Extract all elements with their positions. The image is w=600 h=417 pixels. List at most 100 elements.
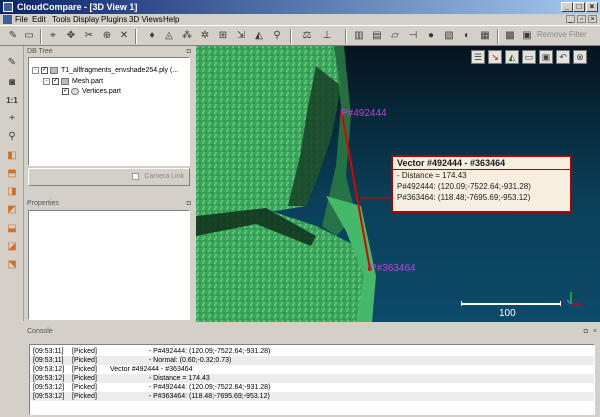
color-icon[interactable]: ◐ xyxy=(460,29,474,43)
mdi-restore-button[interactable]: ▫ xyxy=(577,15,586,23)
maximize-button[interactable]: □ xyxy=(573,2,585,12)
tree-item-vertices[interactable]: ✓ Vertices.part xyxy=(62,87,121,97)
camera-icon[interactable]: ◙ xyxy=(5,76,19,90)
menu-plugins[interactable]: Plugins xyxy=(101,14,127,25)
right-view-icon[interactable]: ◪ xyxy=(5,240,19,254)
db-tree-title: DB Tree xyxy=(27,48,53,55)
close-icon[interactable]: ⊗ xyxy=(573,50,587,64)
plane-icon[interactable]: ▱ xyxy=(388,29,402,43)
console-close-button[interactable]: × xyxy=(593,327,597,336)
properties-float-button[interactable]: ◘ xyxy=(187,199,191,208)
tree-item-label: T1_allfragments_envshade254.ply (... xyxy=(61,67,179,74)
visibility-checkbox[interactable]: ✓ xyxy=(62,87,69,95)
back-view-icon[interactable]: ◩ xyxy=(5,203,19,217)
visibility-checkbox[interactable]: ✓ xyxy=(52,77,59,85)
console-title: Console xyxy=(27,328,53,335)
pick-triangle-icon[interactable]: ◭ xyxy=(505,50,519,64)
axis-icon[interactable]: ⊥ xyxy=(320,29,334,43)
filter-icon[interactable]: ◭ xyxy=(252,29,266,43)
menu-display[interactable]: Display xyxy=(73,14,99,25)
one-to-one-icon[interactable]: 1:1 xyxy=(5,94,19,108)
log-message: - P#492444: (120.09;-7522.64;-931.28) xyxy=(110,348,271,355)
save-icon[interactable]: ▭ xyxy=(22,29,36,43)
mesh-icon[interactable]: ◬ xyxy=(162,29,176,43)
octree-icon[interactable]: ⊞ xyxy=(216,29,230,43)
mdi-close-button[interactable]: × xyxy=(588,15,597,23)
db-tree[interactable]: - ✓ T1_allfragments_envshade254.ply (... -… xyxy=(28,57,190,166)
db-tree-float-button[interactable]: ◘ xyxy=(187,47,191,56)
minimize-button[interactable]: _ xyxy=(561,2,573,12)
menu-3d-views[interactable]: 3D Views xyxy=(129,14,163,25)
measurement-label[interactable]: Vector #492444 - #363464 - Distance = 17… xyxy=(391,155,572,213)
zoom-icon[interactable]: ⚲ xyxy=(5,130,19,144)
db-tree-header: DB Tree ◘ xyxy=(24,47,194,56)
console-float-button[interactable]: ◘ xyxy=(584,327,588,336)
segment-icon[interactable]: ✂ xyxy=(82,29,96,43)
log-message: Vector #492444 - #363464 xyxy=(110,366,193,373)
distance-icon[interactable]: ⇲ xyxy=(234,29,248,43)
close-button[interactable]: × xyxy=(586,2,598,12)
toolbar-separator xyxy=(345,29,347,44)
normals-icon[interactable]: ✲ xyxy=(198,29,212,43)
sf-add-icon[interactable]: ▩ xyxy=(503,29,517,43)
title-bar[interactable]: CloudCompare - [3D View 1] _ □ × xyxy=(0,0,600,14)
mdi-minimize-button[interactable]: _ xyxy=(566,15,575,23)
merge-icon[interactable]: ⊕ xyxy=(100,29,114,43)
log-message: - Distance = 174.43 xyxy=(110,375,210,382)
delete-icon[interactable]: ✕ xyxy=(117,29,131,43)
open-icon[interactable]: ✎ xyxy=(6,29,20,43)
ruler-icon[interactable]: ✎ xyxy=(5,56,19,70)
sf-gradient-icon[interactable]: ▦ xyxy=(478,29,492,43)
scale-icon[interactable]: ⚖ xyxy=(300,29,314,43)
log-time: [09:53:11] xyxy=(33,348,64,355)
shift-icon[interactable]: ⊣ xyxy=(406,29,420,43)
iso-view-icon[interactable]: ⬔ xyxy=(5,258,19,272)
remove-filter-button[interactable]: Remove Filter xyxy=(537,30,587,39)
menu-edit[interactable]: Edit xyxy=(32,14,46,25)
expand-toggle[interactable]: - xyxy=(32,66,39,74)
expand-toggle[interactable]: - xyxy=(43,77,50,85)
console-row: [09:53:12] [Picked] - P#492444: (120.09;-… xyxy=(30,383,594,392)
cloud-icon xyxy=(71,87,79,95)
save-pick-icon[interactable]: ▣ xyxy=(539,50,553,64)
sphere-icon[interactable]: ● xyxy=(424,29,438,43)
console-log[interactable]: [09:53:11] [Picked] - P#492444: (120.09;-… xyxy=(29,344,595,415)
sf-remove-icon[interactable]: ▣ xyxy=(520,29,534,43)
menu-file[interactable]: File xyxy=(15,14,28,25)
toolbar-separator xyxy=(135,29,137,44)
statistics-icon[interactable]: ▤ xyxy=(370,29,384,43)
select-icon[interactable]: ⌖ xyxy=(46,29,60,43)
measurement-distance: - Distance = 174.43 xyxy=(397,171,467,180)
left-toolbar: ✎ ◙ 1:1 + ⚲ ◧ ⬒ ◨ ◩ ⬓ ◪ ⬔ xyxy=(0,46,24,321)
toolbar-separator xyxy=(497,29,499,44)
properties-panel[interactable] xyxy=(28,210,190,320)
crosshair-icon[interactable]: + xyxy=(5,112,19,126)
main-toolbar: ✎ ▭ ⌖ ✥ ✂ ⊕ ✕ ♦ ◬ ⁂ ✲ ⊞ ⇲ ◭ ⚲ ⚖ ⊥ ▥ ▤ ▱ … xyxy=(0,25,600,46)
left-view-icon[interactable]: ◨ xyxy=(5,185,19,199)
undo-icon[interactable]: ↶ xyxy=(556,50,570,64)
top-view-icon[interactable]: ⬒ xyxy=(5,167,19,181)
visibility-checkbox[interactable]: ✓ xyxy=(41,66,48,74)
pick-rect-icon[interactable]: ▭ xyxy=(522,50,536,64)
log-tag: [Picked] xyxy=(72,366,97,373)
translate-icon[interactable]: ✥ xyxy=(64,29,78,43)
scalar-field-icon[interactable]: ▧ xyxy=(442,29,456,43)
pick-vector-icon[interactable]: ↘ xyxy=(488,50,502,64)
camera-link-checkbox[interactable] xyxy=(132,173,139,180)
scale-bar-tick xyxy=(560,301,561,306)
pivot-icon[interactable]: ⚲ xyxy=(270,29,284,43)
tree-item-mesh[interactable]: - ✓ Mesh.part xyxy=(43,77,103,87)
front-view-icon[interactable]: ◧ xyxy=(5,149,19,163)
tree-item-cloud[interactable]: - ✓ T1_allfragments_envshade254.ply (... xyxy=(32,66,178,76)
menu-tools[interactable]: Tools xyxy=(52,14,71,25)
scale-bar xyxy=(461,303,561,305)
bottom-view-icon[interactable]: ⬓ xyxy=(5,222,19,236)
histogram-icon[interactable]: ▥ xyxy=(352,29,366,43)
doc-icon xyxy=(3,15,12,24)
console-row: [09:53:11] [Picked] - P#492444: (120.09;-… xyxy=(30,347,594,356)
console-row: [09:53:12] [Picked] - P#363464: (118.48;-… xyxy=(30,392,594,401)
menu-help[interactable]: Help xyxy=(163,14,179,25)
sample-icon[interactable]: ⁂ xyxy=(180,29,194,43)
pick-point-icon[interactable]: ♦ xyxy=(145,29,159,43)
layers-icon[interactable]: ☰ xyxy=(471,50,485,64)
